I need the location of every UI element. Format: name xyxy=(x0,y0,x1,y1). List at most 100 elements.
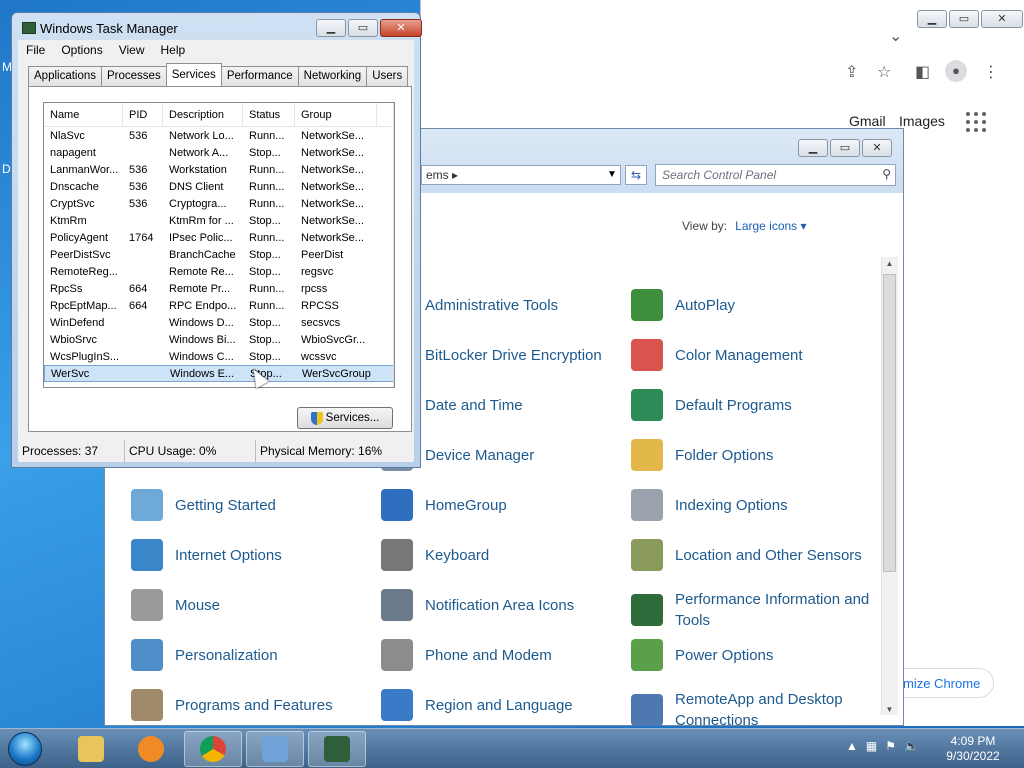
column-header-status[interactable]: Status xyxy=(243,103,295,126)
table-row[interactable]: WerSvc Windows E... Stop... WerSvcGroup xyxy=(44,365,394,382)
table-row[interactable]: Dnscache 536 DNS Client Runn... NetworkSe... xyxy=(44,178,394,195)
address-dropdown-icon[interactable]: ▼ xyxy=(603,165,621,185)
taskbar-control-panel[interactable] xyxy=(246,731,304,767)
services-button[interactable]: Services... xyxy=(297,407,393,429)
maximize-button[interactable]: ▭ xyxy=(830,139,860,157)
vertical-scrollbar[interactable] xyxy=(393,103,394,387)
control-panel-item[interactable]: Location and Other Sensors xyxy=(631,539,871,571)
table-row[interactable]: NlaSvc 536 Network Lo... Runn... NetworkSe..… xyxy=(44,127,394,144)
table-row[interactable]: CryptSvc 536 Cryptogra... Runn... NetworkSe.… xyxy=(44,195,394,212)
table-row[interactable]: WbioSrvc Windows Bi... Stop... WbioSvcGr... xyxy=(44,331,394,348)
table-row[interactable]: KtmRm KtmRm for ... Stop... NetworkSe... xyxy=(44,212,394,229)
cell-name: PeerDistSvc xyxy=(50,248,111,261)
taskbar-media-player[interactable] xyxy=(122,731,180,767)
start-button[interactable] xyxy=(8,732,42,766)
control-panel-item[interactable]: Performance Information and Tools xyxy=(631,589,871,631)
taskbar-explorer[interactable] xyxy=(62,731,120,767)
table-row[interactable]: PolicyAgent 1764 IPsec Polic... Runn... Netw… xyxy=(44,229,394,246)
taskbar-chrome[interactable] xyxy=(184,731,242,767)
control-panel-item-label: Folder Options xyxy=(675,446,774,464)
control-panel-item[interactable]: Power Options xyxy=(631,639,871,671)
taskbar-task-manager[interactable] xyxy=(308,731,366,767)
control-panel-item[interactable]: Color Management xyxy=(631,339,871,371)
show-hidden-icons-icon[interactable]: ▲ xyxy=(846,739,858,753)
search-input[interactable]: Search Control Panel ⚲ xyxy=(655,164,896,186)
list-header: Name PID Description Status Group xyxy=(44,103,394,127)
minimize-button[interactable]: ▁ xyxy=(917,10,947,28)
sidebar-icon[interactable]: ◧ xyxy=(915,62,930,82)
table-row[interactable]: napagent Network A... Stop... NetworkSe... xyxy=(44,144,394,161)
table-row[interactable]: PeerDistSvc BranchCache Stop... PeerDist xyxy=(44,246,394,263)
clock[interactable]: 4:09 PM 9/30/2022 xyxy=(940,734,1006,764)
control-panel-item[interactable]: Region and Language xyxy=(381,689,621,721)
scrollbar-thumb[interactable] xyxy=(883,274,896,572)
tab-performance[interactable]: Performance xyxy=(220,66,299,86)
control-panel-item[interactable]: AutoPlay xyxy=(631,289,871,321)
close-button[interactable]: ✕ xyxy=(981,10,1023,28)
control-panel-item-label: Administrative Tools xyxy=(425,296,559,314)
address-bar[interactable]: ems ▸ xyxy=(421,165,621,185)
table-row[interactable]: LanmanWor... 536 Workstation Runn... Network… xyxy=(44,161,394,178)
control-panel-item[interactable]: RemoteApp and Desktop Connections xyxy=(631,689,871,731)
star-icon[interactable]: ☆ xyxy=(877,62,891,82)
control-panel-item[interactable]: Personalization xyxy=(131,639,371,671)
gmail-link[interactable]: Gmail xyxy=(849,113,886,129)
control-panel-item-label: Phone and Modem xyxy=(425,646,552,664)
menu-icon[interactable]: ⋮ xyxy=(983,62,999,82)
tab-users[interactable]: Users xyxy=(366,66,409,86)
images-link[interactable]: Images xyxy=(899,113,945,129)
search-icon[interactable]: ⚲ xyxy=(882,167,891,181)
control-panel-item[interactable]: Programs and Features xyxy=(131,689,371,721)
control-panel-item[interactable]: Internet Options xyxy=(131,539,371,571)
control-panel-item[interactable]: Notification Area Icons xyxy=(381,589,621,621)
cell-status: Stop... xyxy=(249,214,281,227)
control-panel-item[interactable]: Folder Options xyxy=(631,439,871,471)
taskbar: ▲ ▦ ⚑ 🔈 4:09 PM 9/30/2022 xyxy=(0,728,1024,768)
control-panel-item[interactable]: Getting Started xyxy=(131,489,371,521)
volume-icon[interactable]: 🔈 xyxy=(904,739,919,753)
network-icon[interactable]: ▦ xyxy=(866,739,877,753)
table-row[interactable]: RpcEptMap... 664 RPC Endpo... Runn... RPCSS xyxy=(44,297,394,314)
view-by-dropdown[interactable]: Large icons ▾ xyxy=(735,219,806,233)
maximize-button[interactable]: ▭ xyxy=(348,19,378,37)
minimize-button[interactable]: ▁ xyxy=(798,139,828,157)
table-row[interactable]: RpcSs 664 Remote Pr... Runn... rpcss xyxy=(44,280,394,297)
column-header-description[interactable]: Description xyxy=(163,103,243,126)
tab-applications[interactable]: Applications xyxy=(28,66,103,86)
column-header-pid[interactable]: PID xyxy=(123,103,163,126)
control-panel-item[interactable]: Phone and Modem xyxy=(381,639,621,671)
control-panel-item[interactable]: HomeGroup xyxy=(381,489,621,521)
control-panel-item[interactable]: Indexing Options xyxy=(631,489,871,521)
cell-group: NetworkSe... xyxy=(301,163,364,176)
minimize-button[interactable]: ▁ xyxy=(316,19,346,37)
tab-services[interactable]: Services xyxy=(165,63,222,86)
tab-networking[interactable]: Networking xyxy=(297,66,368,86)
column-header-group[interactable]: Group xyxy=(295,103,377,126)
cell-pid: 664 xyxy=(129,299,148,312)
table-row[interactable]: WinDefend Windows D... Stop... secsvcs xyxy=(44,314,394,331)
tab-processes[interactable]: Processes xyxy=(101,66,167,86)
profile-icon[interactable]: ● xyxy=(945,60,967,82)
action-center-icon[interactable]: ⚑ xyxy=(885,739,896,753)
menu-view[interactable]: View xyxy=(119,43,145,57)
column-header-name[interactable]: Name xyxy=(44,103,123,126)
menu-help[interactable]: Help xyxy=(161,43,186,57)
maximize-button[interactable]: ▭ xyxy=(949,10,979,28)
share-icon[interactable]: ⇪ xyxy=(845,62,858,82)
apps-grid-icon[interactable] xyxy=(966,112,986,132)
internet-options-icon xyxy=(131,539,163,571)
table-row[interactable]: WcsPlugInS... Windows C... Stop... wcssvc xyxy=(44,348,394,365)
menu-options[interactable]: Options xyxy=(61,43,102,57)
menu-file[interactable]: File xyxy=(26,43,45,57)
control-panel-item[interactable]: Mouse xyxy=(131,589,371,621)
control-panel-item[interactable]: Keyboard xyxy=(381,539,621,571)
control-panel-item[interactable]: Default Programs xyxy=(631,389,871,421)
table-row[interactable]: RemoteReg... Remote Re... Stop... regsvc xyxy=(44,263,394,280)
clock-time: 4:09 PM xyxy=(950,734,996,748)
refresh-icon[interactable]: ⇆ xyxy=(625,165,647,185)
scroll-down-arrow[interactable]: ▼ xyxy=(881,703,898,717)
close-button[interactable]: ✕ xyxy=(380,19,422,37)
tab-dropdown-icon[interactable]: ⌄ xyxy=(889,26,902,46)
close-button[interactable]: ✕ xyxy=(862,139,892,157)
scroll-up-arrow[interactable]: ▲ xyxy=(881,257,898,271)
